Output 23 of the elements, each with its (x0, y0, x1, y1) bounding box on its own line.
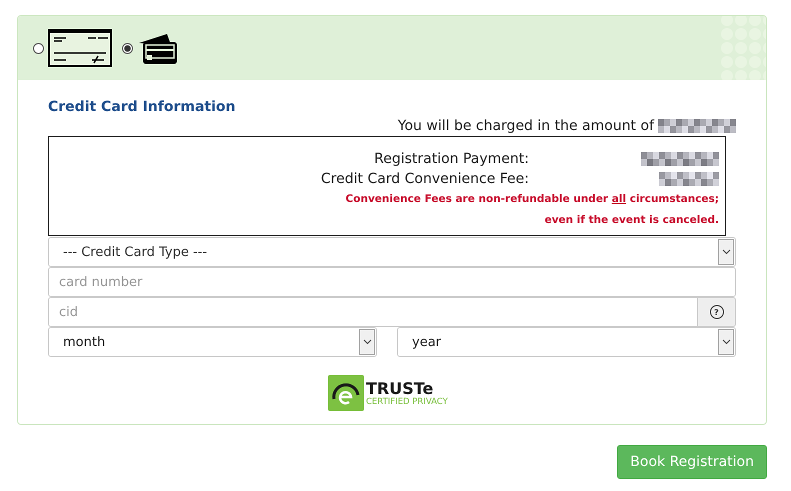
summary-label: Registration Payment: (374, 150, 529, 169)
seal-brand: TRUSTe (366, 380, 434, 396)
redacted-amount (659, 172, 719, 186)
radio-button[interactable] (122, 42, 133, 54)
summary-label: Credit Card Convenience Fee: (320, 170, 529, 189)
radio-button[interactable] (33, 42, 44, 54)
charge-text: You will be charged in the amount of (398, 118, 654, 134)
caret-icon (718, 329, 734, 355)
month-select[interactable]: month (48, 327, 377, 357)
seal-logo-icon (328, 375, 364, 411)
fee-notice: even if the event is canceled. (544, 213, 719, 228)
fee-notice: Convenience Fees are non-refundable under all circumstances; (344, 192, 719, 207)
section-title: Credit Card Information (48, 99, 236, 115)
help-icon[interactable]: ? (710, 305, 724, 319)
card-type-select[interactable]: --- Credit Card Type --- (48, 237, 736, 267)
caret-icon (718, 239, 734, 265)
cid-field[interactable]: cid (48, 297, 698, 327)
card-number-field[interactable]: card number (48, 267, 736, 297)
caret-icon (359, 329, 375, 355)
credit-card-icon[interactable] (137, 31, 179, 65)
seal-caption: CERTIFIED PRIVACY (366, 396, 448, 406)
check-icon[interactable] (48, 29, 112, 67)
year-select[interactable]: year (397, 327, 736, 357)
